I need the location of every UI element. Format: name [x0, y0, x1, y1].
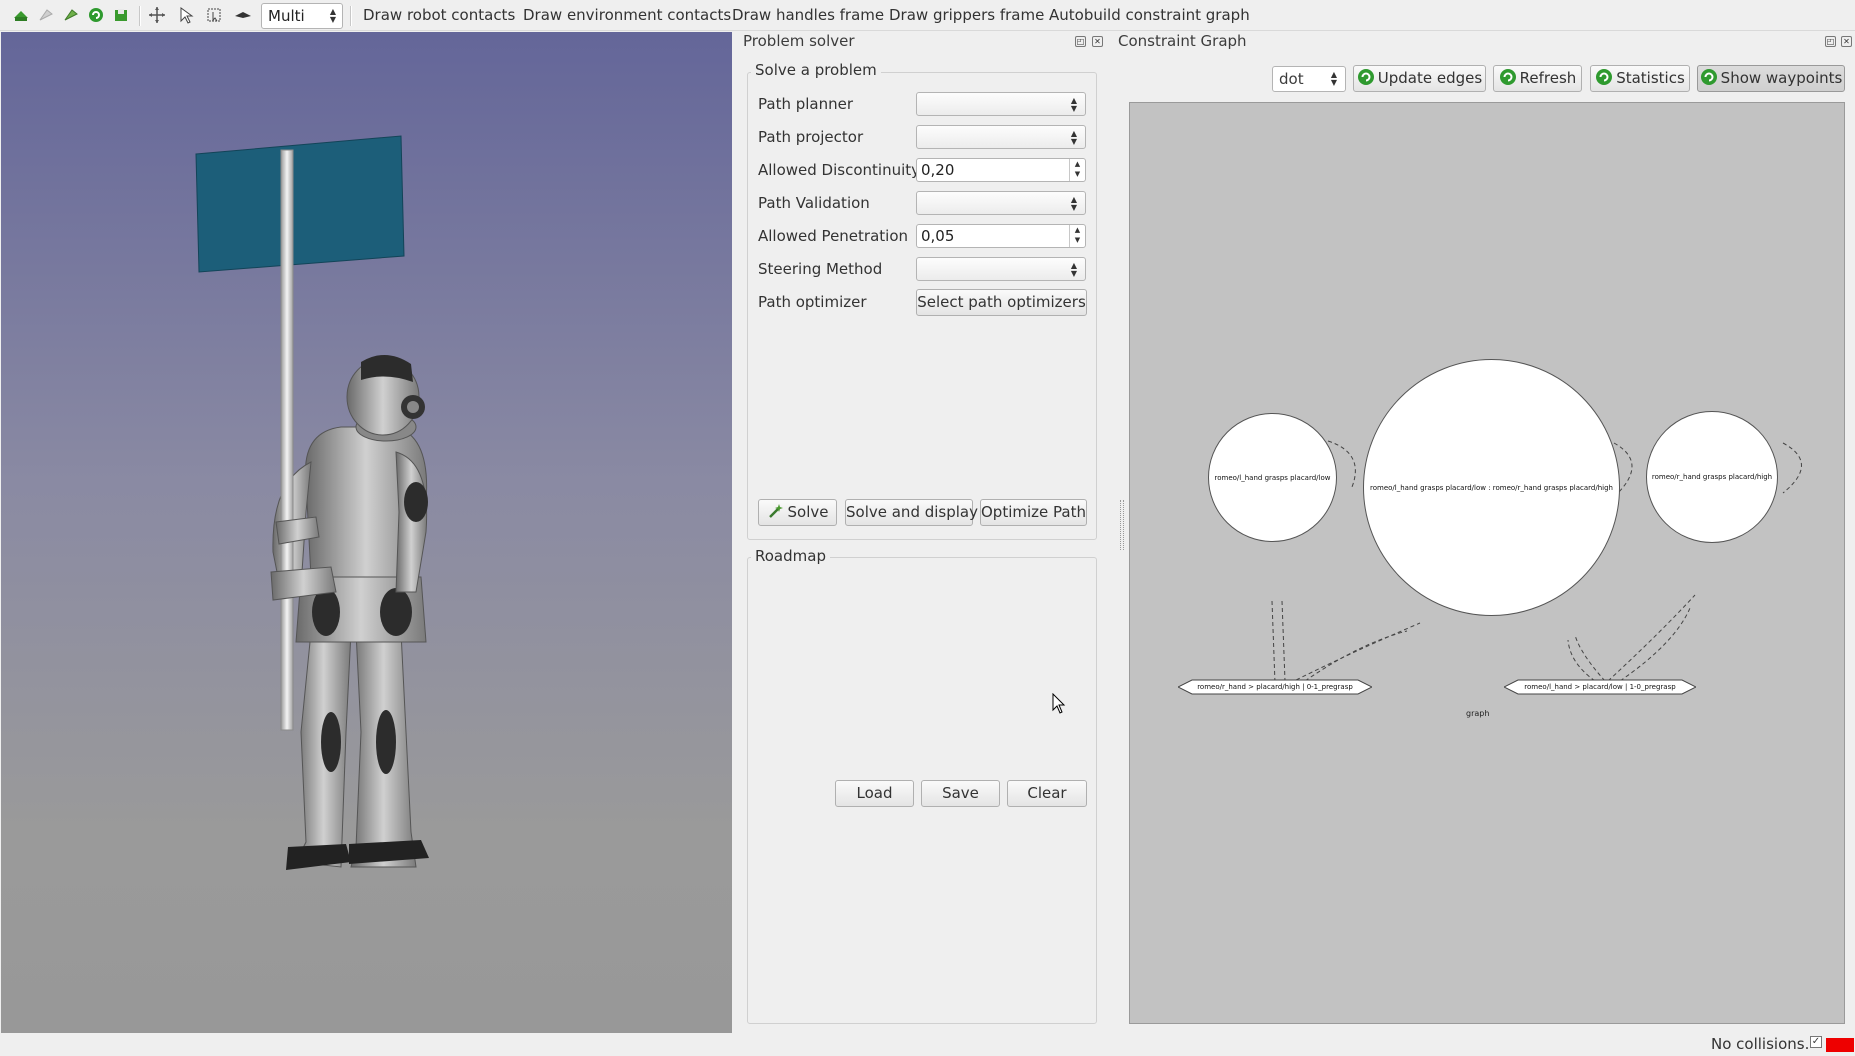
graph-self-loop: [1782, 442, 1802, 494]
load-button[interactable]: Load: [835, 780, 914, 807]
refresh-button[interactable]: Refresh: [1493, 65, 1582, 92]
graph-edge: [1574, 634, 1606, 682]
spin-arrows-icon[interactable]: ▲ ▼: [1069, 225, 1085, 247]
refresh-icon[interactable]: [87, 6, 105, 24]
statistics-button[interactable]: Statistics: [1590, 65, 1690, 92]
frame-select-icon[interactable]: [205, 6, 223, 24]
graph-edge: [1271, 600, 1276, 684]
graph-edge: [1304, 630, 1408, 682]
mode-select[interactable]: Multi ▲ ▼: [261, 3, 343, 29]
select-path-optimizers-button[interactable]: Select path optimizers: [916, 289, 1087, 316]
allowed-penetration-label: Allowed Penetration: [758, 227, 909, 245]
solve-problem-group-title: Solve a problem: [751, 61, 881, 79]
load-environment-icon[interactable]: [37, 6, 55, 24]
chevron-updown-icon: ▲ ▼: [1330, 70, 1337, 87]
save-icon[interactable]: [112, 6, 130, 24]
move-icon[interactable]: [148, 6, 166, 24]
layout-select[interactable]: dot ▲ ▼: [1272, 66, 1346, 92]
show-waypoints-button[interactable]: Show waypoints: [1697, 65, 1845, 92]
graph-edge: [1567, 639, 1596, 682]
save-button[interactable]: Save: [921, 780, 1000, 807]
mouse-cursor-icon: [1052, 693, 1066, 714]
path-planner-label: Path planner: [758, 95, 854, 113]
refresh-icon: [1499, 69, 1516, 85]
close-icon[interactable]: ✕: [1092, 36, 1103, 47]
autobuild-constraint-graph-button[interactable]: Autobuild constraint graph: [1049, 6, 1250, 24]
refresh-icon: [1357, 69, 1374, 85]
draw-robot-contacts-button[interactable]: Draw robot contacts: [363, 6, 515, 24]
select-cursor-icon[interactable]: [177, 6, 195, 24]
chevron-updown-icon: ▲ ▼: [1070, 261, 1077, 278]
float-icon[interactable]: ◰: [1075, 36, 1086, 47]
float-icon[interactable]: ◰: [1825, 36, 1836, 47]
load-robot-icon[interactable]: [12, 6, 30, 24]
graph-edge: [1289, 622, 1421, 684]
graph-waypoint[interactable]: romeo/r_hand > placard/high | 0-1_pregra…: [1178, 680, 1372, 694]
path-projector-select[interactable]: ▲ ▼: [916, 125, 1086, 149]
mode-select-value: Multi: [268, 7, 305, 25]
placard-pole: [280, 149, 294, 731]
allowed-discontinuity-spinbox[interactable]: ▲▼: [916, 158, 1086, 182]
graph-edge: [1281, 600, 1286, 682]
robot-scene: [195, 135, 429, 870]
constraint-graph-canvas[interactable]: romeo/l_hand grasps placard/low romeo/l_…: [1129, 102, 1845, 1024]
refresh-icon: [1700, 69, 1717, 85]
solve-button[interactable]: Solve: [758, 499, 837, 526]
graph-label: graph: [1466, 709, 1490, 718]
collision-check-checkbox[interactable]: ✓: [1810, 1036, 1822, 1048]
spin-arrows-icon[interactable]: ▲ ▼: [1069, 159, 1085, 181]
draw-handles-frame-button[interactable]: Draw handles frame: [732, 6, 884, 24]
constraint-graph-title: Constraint Graph: [1118, 32, 1247, 50]
update-edges-button[interactable]: Update edges: [1353, 65, 1486, 92]
graph-waypoint[interactable]: romeo/l_hand > placard/low | 1-0_pregras…: [1504, 680, 1696, 694]
chevron-updown-icon: ▲ ▼: [1070, 129, 1077, 146]
clear-button[interactable]: Clear: [1007, 780, 1087, 807]
collision-status-text: No collisions.: [1711, 1035, 1810, 1053]
path-planner-select[interactable]: ▲ ▼: [916, 92, 1086, 116]
toolbar-separator: [139, 6, 141, 26]
close-icon[interactable]: ✕: [1841, 36, 1852, 47]
roadmap-group-title: Roadmap: [751, 547, 830, 565]
plane-icon[interactable]: [234, 6, 252, 24]
toolbar-separator: [350, 6, 352, 26]
allowed-discontinuity-input[interactable]: [917, 159, 1067, 181]
splitter-handle[interactable]: [1120, 500, 1124, 550]
status-bar: No collisions. ✓: [0, 1033, 1855, 1056]
path-validation-label: Path Validation: [758, 194, 870, 212]
chevron-updown-icon: ▲ ▼: [329, 7, 336, 24]
solve-and-display-button[interactable]: Solve and display: [845, 499, 978, 526]
main-toolbar: Multi ▲ ▼ Draw robot contacts Draw enviro…: [0, 0, 1855, 31]
placard-board: [195, 135, 405, 273]
chevron-updown-icon: ▲ ▼: [1070, 96, 1077, 113]
allowed-discontinuity-label: Allowed Discontinuity: [758, 161, 921, 179]
graph-node[interactable]: romeo/l_hand grasps placard/low: [1208, 413, 1337, 542]
path-optimizer-label: Path optimizer: [758, 293, 867, 311]
draw-environment-contacts-button[interactable]: Draw environment contacts: [523, 6, 731, 24]
graph-node[interactable]: romeo/l_hand grasps placard/low : romeo/…: [1363, 359, 1620, 616]
graph-edge: [1607, 594, 1696, 682]
allowed-penetration-input[interactable]: [917, 225, 1067, 247]
chevron-updown-icon: ▲ ▼: [1070, 195, 1077, 212]
problem-solver-title: Problem solver: [743, 32, 855, 50]
layout-select-value: dot: [1279, 70, 1304, 88]
graph-node[interactable]: romeo/r_hand grasps placard/high: [1646, 411, 1778, 543]
collision-indicator: [1826, 1038, 1854, 1052]
solve-button-label: Solve: [787, 503, 829, 521]
load-object-icon[interactable]: [62, 6, 80, 24]
steering-method-select[interactable]: ▲ ▼: [916, 257, 1086, 281]
refresh-icon: [1596, 69, 1613, 85]
steering-method-label: Steering Method: [758, 260, 883, 278]
allowed-penetration-spinbox[interactable]: ▲▼: [916, 224, 1086, 248]
3d-viewer[interactable]: [1, 32, 732, 1033]
draw-grippers-frame-button[interactable]: Draw grippers frame: [889, 6, 1044, 24]
path-projector-label: Path projector: [758, 128, 864, 146]
optimize-path-button[interactable]: Optimize Path: [980, 499, 1087, 526]
graph-edge: [1619, 607, 1691, 682]
path-validation-select[interactable]: ▲ ▼: [916, 191, 1086, 215]
wand-icon: [768, 504, 783, 518]
